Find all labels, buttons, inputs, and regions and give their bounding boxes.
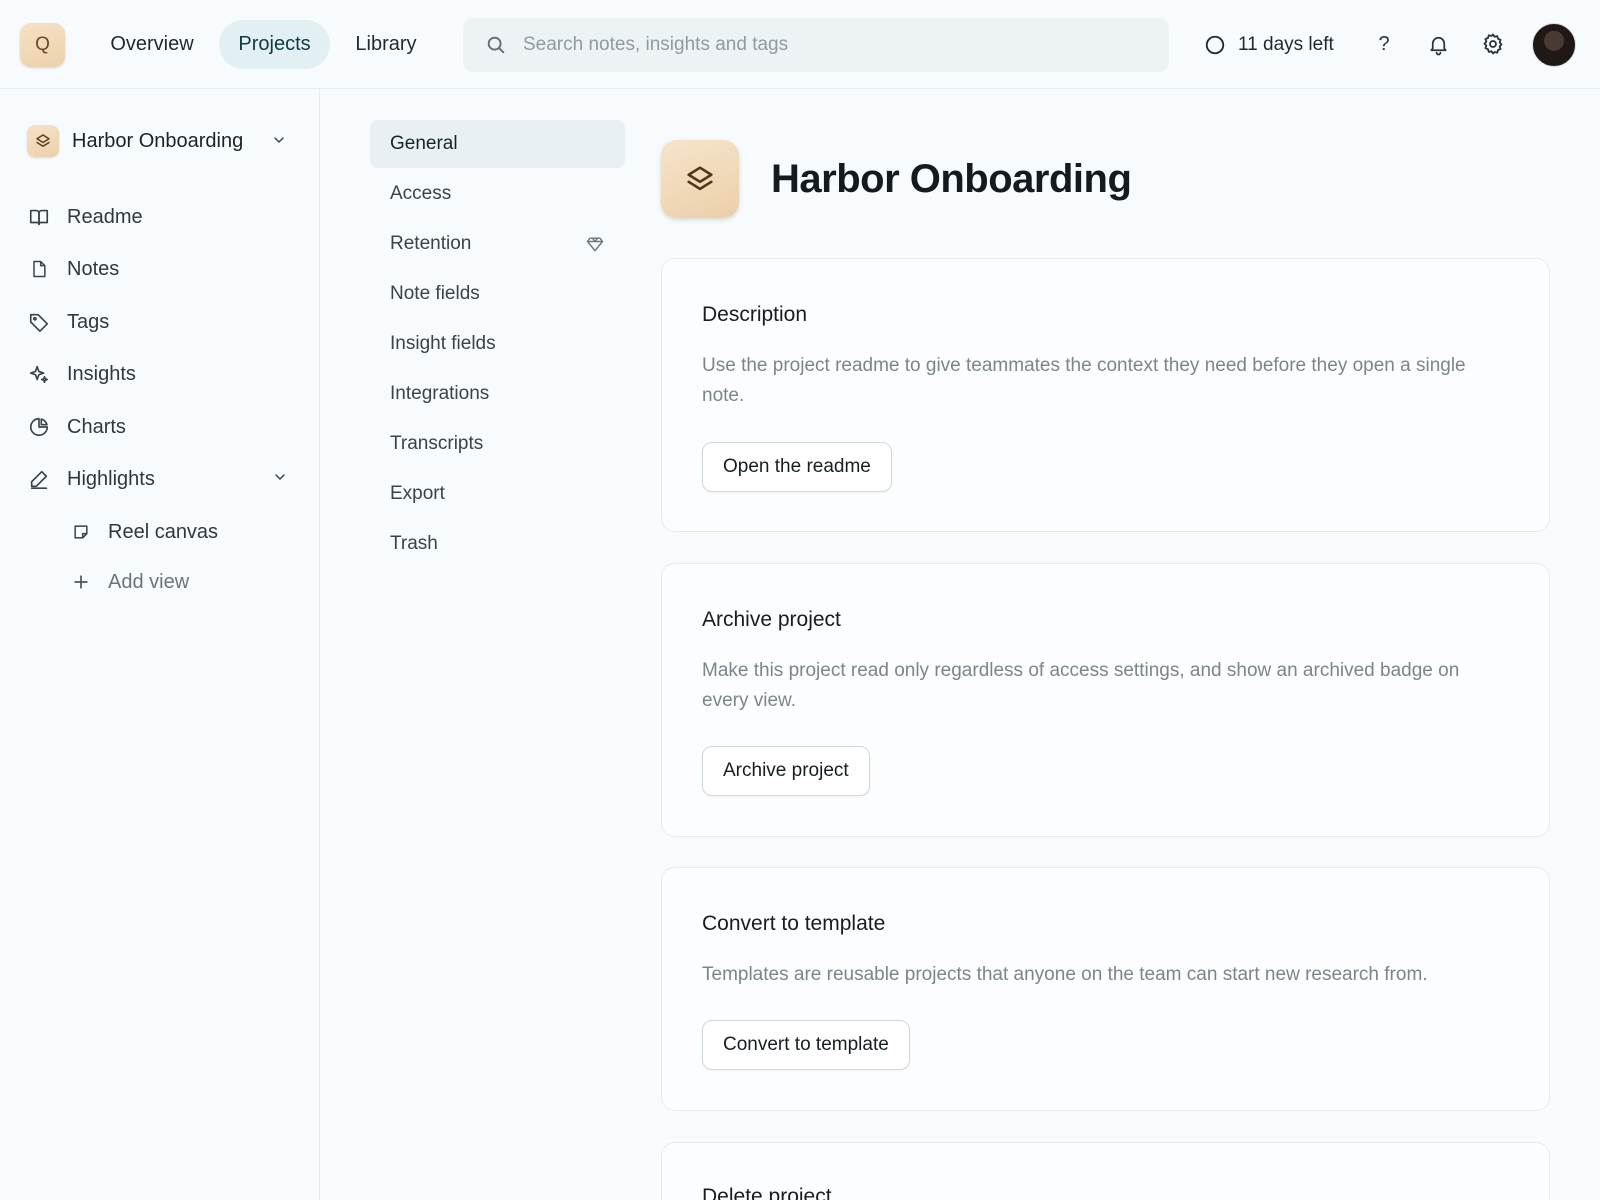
card-text: Make this project read only regardless o… xyxy=(702,660,1460,711)
sidebar-item-highlights[interactable]: Highlights xyxy=(28,461,298,497)
convert-template-card: Convert to template Templates are reusab… xyxy=(661,867,1550,1111)
sidebar-item-label: Reel canvas xyxy=(108,520,219,543)
chevron-down-icon[interactable] xyxy=(272,469,288,485)
open-readme-button[interactable]: Open the readme xyxy=(702,442,892,492)
help-button[interactable]: ? xyxy=(1364,24,1404,64)
convert-to-template-button[interactable]: Convert to template xyxy=(702,1020,910,1070)
sparkle-icon xyxy=(28,363,50,385)
add-view-button[interactable]: Add view xyxy=(70,564,298,600)
sidebar-item-charts[interactable]: Charts xyxy=(28,409,298,445)
settings-tab-retention[interactable]: Retention xyxy=(370,220,625,268)
card-title: Description xyxy=(702,303,808,326)
settings-tab-general[interactable]: General xyxy=(370,120,625,168)
card-text: Templates are reusable projects that any… xyxy=(702,964,1428,985)
tag-icon xyxy=(28,311,50,333)
search-bar[interactable] xyxy=(463,18,1169,72)
plus-icon xyxy=(70,571,92,593)
sidebar-item-readme[interactable]: Readme xyxy=(28,199,298,235)
page-header: Harbor Onboarding xyxy=(661,140,1132,218)
nav-tab-library[interactable]: Library xyxy=(340,20,432,69)
sidebar-item-label: Tags xyxy=(67,310,110,333)
app-logo[interactable]: Q xyxy=(20,23,65,67)
card-title: Delete project xyxy=(702,1185,832,1200)
archive-project-button[interactable]: Archive project xyxy=(702,746,870,796)
premium-gem-icon xyxy=(585,234,605,254)
project-layers-icon xyxy=(27,125,59,157)
sidebar-item-reel-canvas[interactable]: Reel canvas xyxy=(70,514,298,550)
pie-chart-icon xyxy=(28,416,50,438)
description-card: Description Use the project readme to gi… xyxy=(661,258,1550,532)
project-name: Harbor Onboarding xyxy=(72,129,244,152)
card-title: Archive project xyxy=(702,608,841,631)
notifications-button[interactable] xyxy=(1418,24,1458,64)
nav-tab-overview[interactable]: Overview xyxy=(92,20,212,69)
book-icon xyxy=(28,206,50,228)
bell-icon xyxy=(1427,33,1450,56)
sidebar-item-label: Readme xyxy=(67,205,143,228)
settings-tab-trash[interactable]: Trash xyxy=(370,520,625,568)
settings-tab-export[interactable]: Export xyxy=(370,470,625,518)
settings-tab-transcripts[interactable]: Transcripts xyxy=(370,420,625,468)
settings-tab-label: Retention xyxy=(390,233,472,254)
sidebar-item-label: Charts xyxy=(67,415,126,438)
archive-project-card: Archive project Make this project read o… xyxy=(661,563,1550,837)
settings-tab-access[interactable]: Access xyxy=(370,170,625,218)
delete-project-card: Delete project xyxy=(661,1142,1550,1200)
nav-tab-projects[interactable]: Projects xyxy=(219,20,330,69)
document-icon xyxy=(28,258,50,280)
sidebar-item-label: Insights xyxy=(67,362,136,385)
trial-circle-icon xyxy=(1204,34,1226,56)
project-layers-icon[interactable] xyxy=(661,140,739,218)
settings-tab-integrations[interactable]: Integrations xyxy=(370,370,625,418)
settings-button[interactable] xyxy=(1473,24,1513,64)
trial-label: 11 days left xyxy=(1238,34,1334,55)
sidebar-item-label: Notes xyxy=(67,257,120,280)
search-icon xyxy=(485,34,507,56)
settings-tab-insight-fields[interactable]: Insight fields xyxy=(370,320,625,368)
gear-icon xyxy=(1481,32,1505,56)
project-sidebar: Harbor Onboarding Readme Notes Tags Insi… xyxy=(0,89,320,1200)
top-bar: Q Overview Projects Library 11 days left… xyxy=(0,0,1600,89)
trial-status[interactable]: 11 days left xyxy=(1204,29,1334,61)
card-title: Convert to template xyxy=(702,912,886,935)
page-title: Harbor Onboarding xyxy=(771,156,1132,201)
sidebar-item-label: Add view xyxy=(108,570,190,593)
search-input[interactable] xyxy=(523,18,1143,72)
sidebar-item-notes[interactable]: Notes xyxy=(28,251,298,287)
sidebar-item-insights[interactable]: Insights xyxy=(28,356,298,392)
pen-icon xyxy=(28,468,50,490)
sidebar-item-tags[interactable]: Tags xyxy=(28,304,298,340)
settings-tab-note-fields[interactable]: Note fields xyxy=(370,270,625,318)
card-text: Use the project readme to give teammates… xyxy=(702,355,1466,406)
user-avatar[interactable] xyxy=(1532,23,1576,67)
project-switcher[interactable]: Harbor Onboarding xyxy=(27,122,297,160)
sticky-note-icon xyxy=(70,521,92,543)
sidebar-item-label: Highlights xyxy=(67,467,155,490)
chevron-down-icon xyxy=(271,132,287,148)
